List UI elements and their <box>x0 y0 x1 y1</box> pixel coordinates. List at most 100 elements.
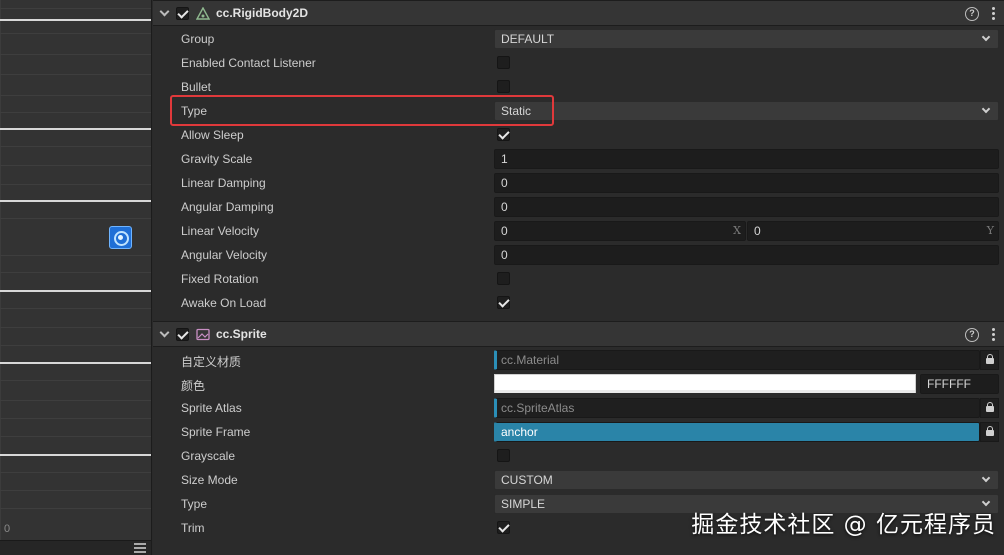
grid-line <box>0 490 151 491</box>
prop-row-sprite-frame: Sprite Frame anchor <box>153 420 1004 444</box>
inspector-panel: cc.RigidBody2D ? Group DEFAULT Enabled C… <box>153 0 1004 555</box>
lock-button[interactable] <box>980 422 999 442</box>
prop-label: Sprite Frame <box>181 425 251 439</box>
prop-label: Linear Velocity <box>181 224 260 238</box>
prop-label: Gravity Scale <box>181 152 253 166</box>
prop-label: Trim <box>181 521 205 535</box>
grid-line-major <box>0 128 151 130</box>
linear-velocity-x-value: 0 <box>501 224 508 238</box>
prop-row-fixed-rotation: Fixed Rotation <box>153 267 1004 291</box>
axis-x-label: X <box>733 224 741 237</box>
grid-line <box>0 0 1 540</box>
prop-label: Group <box>181 32 215 46</box>
chevron-down-icon <box>981 473 991 483</box>
prop-row-group: Group DEFAULT <box>153 27 1004 51</box>
prop-row-linear-velocity: Linear Velocity 0 X 0 Y <box>153 219 1004 243</box>
prop-label: Angular Velocity <box>181 248 268 262</box>
lock-button[interactable] <box>980 398 999 418</box>
angular-damping-input[interactable]: 0 <box>494 197 999 217</box>
grid-line <box>0 95 151 96</box>
grid-line-major <box>0 362 151 364</box>
hamburger-icon[interactable] <box>134 543 146 553</box>
prop-row-linear-damping: Linear Damping 0 <box>153 171 1004 195</box>
prop-row-allow-sleep: Allow Sleep <box>153 123 1004 147</box>
grid-line <box>0 418 151 419</box>
custom-material-asset-field[interactable]: cc.Material <box>494 350 980 370</box>
grid-line <box>0 184 151 185</box>
prop-label: Enabled Contact Listener <box>181 56 316 70</box>
prop-row-size-mode: Size Mode CUSTOM <box>153 468 1004 492</box>
sprite-header[interactable]: cc.Sprite ? <box>153 321 1004 347</box>
grid-line <box>0 272 151 273</box>
lock-icon <box>986 354 994 364</box>
prop-label: Fixed Rotation <box>181 272 259 286</box>
help-icon[interactable]: ? <box>965 7 979 21</box>
prop-row-enabled-contact-listener: Enabled Contact Listener <box>153 51 1004 75</box>
chevron-down-icon[interactable] <box>159 329 169 339</box>
grid-line <box>0 345 151 346</box>
grid-line <box>0 400 151 401</box>
gravity-scale-input[interactable]: 1 <box>494 149 999 169</box>
prop-label: Type <box>181 104 208 118</box>
rigidbody-triangle-icon <box>196 7 210 20</box>
more-options-icon[interactable] <box>992 328 996 342</box>
prop-row-gravity-scale: Gravity Scale 1 <box>153 147 1004 171</box>
prop-label: Size Mode <box>181 473 238 487</box>
prop-label: Sprite Atlas <box>181 401 242 415</box>
grayscale-checkbox[interactable] <box>497 449 510 462</box>
linear-velocity-y-input[interactable]: 0 Y <box>747 221 999 241</box>
node-gizmo-icon[interactable] <box>109 226 132 249</box>
size-mode-select[interactable]: CUSTOM <box>494 470 999 490</box>
grid-line <box>0 54 151 55</box>
prop-row-type: Type Static <box>153 99 1004 123</box>
group-select[interactable]: DEFAULT <box>494 29 999 49</box>
prop-row-angular-damping: Angular Damping 0 <box>153 195 1004 219</box>
body-type-select[interactable]: Static <box>494 101 999 121</box>
prop-label: Angular Damping <box>181 200 274 214</box>
grid-line <box>0 308 151 309</box>
sprite-enabled-checkbox[interactable] <box>176 328 189 341</box>
angular-velocity-input[interactable]: 0 <box>494 245 999 265</box>
rigidbody-enabled-checkbox[interactable] <box>176 7 189 20</box>
prop-label: Allow Sleep <box>181 128 244 142</box>
rigidbody-header[interactable]: cc.RigidBody2D ? <box>153 0 1004 26</box>
sprite-frame-asset-field[interactable]: anchor <box>494 422 980 442</box>
axis-y-label: Y <box>986 224 994 237</box>
prop-label: Linear Damping <box>181 176 266 190</box>
bullet-checkbox[interactable] <box>497 80 510 93</box>
prop-label: 颜色 <box>181 379 206 393</box>
prop-label: Grayscale <box>181 449 236 463</box>
color-swatch[interactable] <box>494 374 916 393</box>
more-options-icon[interactable] <box>992 7 996 21</box>
grid-line <box>0 436 151 437</box>
help-icon[interactable]: ? <box>965 328 979 342</box>
grid-line-major <box>0 19 151 21</box>
allow-sleep-checkbox[interactable] <box>497 128 510 141</box>
scene-view[interactable]: 0 <box>0 0 152 555</box>
sprite-atlas-asset-field[interactable]: cc.SpriteAtlas <box>494 398 980 418</box>
fixed-rotation-checkbox[interactable] <box>497 272 510 285</box>
lock-button[interactable] <box>980 350 999 370</box>
trim-checkbox[interactable] <box>497 521 510 534</box>
watermark-text: 掘金技术社区 @ 亿元程序员 <box>691 512 996 538</box>
linear-velocity-x-input[interactable]: 0 X <box>494 221 746 241</box>
prop-label: 自定义材质 <box>181 355 242 369</box>
awake-on-load-checkbox[interactable] <box>497 296 510 309</box>
prop-row-angular-velocity: Angular Velocity 0 <box>153 243 1004 267</box>
linear-damping-input[interactable]: 0 <box>494 173 999 193</box>
enabled-contact-listener-checkbox[interactable] <box>497 56 510 69</box>
rigidbody-title: cc.RigidBody2D <box>216 6 309 20</box>
grid-line <box>0 508 151 509</box>
grid-line <box>0 146 151 147</box>
prop-label: Awake On Load <box>181 296 267 310</box>
size-mode-value: CUSTOM <box>501 473 553 487</box>
lock-icon <box>986 426 994 436</box>
prop-row-color: 颜色 FFFFFF <box>153 372 1004 396</box>
color-hex-input[interactable]: FFFFFF <box>920 374 999 394</box>
body-type-value: Static <box>501 104 532 118</box>
chevron-down-icon <box>981 104 991 114</box>
sprite-image-icon <box>196 328 210 341</box>
chevron-down-icon[interactable] <box>159 8 169 18</box>
prop-label: Type <box>181 497 208 511</box>
linear-velocity-y-value: 0 <box>754 224 761 238</box>
